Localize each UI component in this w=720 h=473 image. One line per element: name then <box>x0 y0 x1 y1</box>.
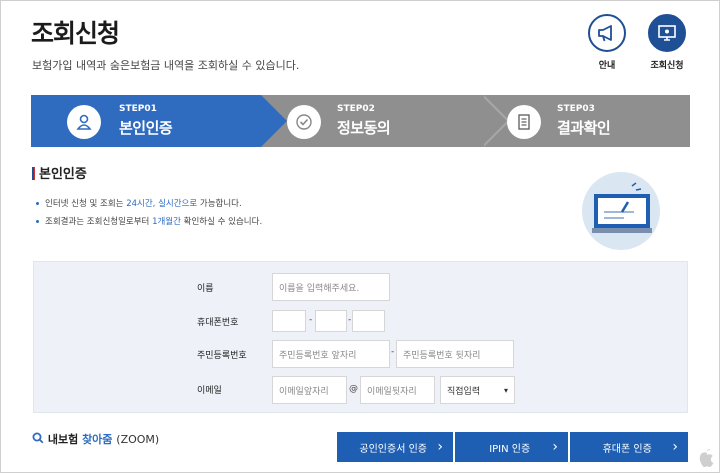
page-title: 조회신청 <box>31 19 120 48</box>
name-input[interactable]: 이름을 입력해주세요. <box>272 273 390 301</box>
apple-logo-icon <box>697 447 717 469</box>
computer-illustration <box>582 172 660 250</box>
guide-label: 안내 <box>598 61 616 71</box>
phone-input-1[interactable] <box>272 310 306 332</box>
chevron-right-icon: › <box>672 439 678 455</box>
ipin-auth-label: IPIN 인증 <box>489 443 531 455</box>
person-icon <box>67 105 101 139</box>
section-title-text: 본인인증 <box>39 167 87 182</box>
step-divider-inner <box>481 95 507 147</box>
zoom-text-c: (ZOOM) <box>116 433 160 446</box>
name-label: 이름 <box>197 284 214 294</box>
zoom-text-b: 찾아줌 <box>82 433 113 446</box>
phone-input-2[interactable] <box>315 310 347 332</box>
zoom-text-a: 내보험 <box>47 433 79 446</box>
email-at-sign: @ <box>349 384 358 394</box>
chevron-down-icon: ▾ <box>503 385 508 395</box>
email-back-input[interactable]: 이메일뒷자리 <box>360 376 435 404</box>
notice-item: 인터넷 신청 및 조회는 24시간, 실시간으로 가능합니다. <box>36 195 262 213</box>
inquiry-button[interactable]: 조회신청 <box>645 14 689 71</box>
step-1-arrow <box>261 95 287 147</box>
chevron-right-icon: › <box>437 439 443 455</box>
step-1-name: 본인인증 <box>119 119 173 137</box>
phone-separator: - <box>309 315 313 325</box>
phone-auth-button[interactable]: 휴대폰 인증 › <box>570 432 688 462</box>
chevron-right-icon: › <box>552 439 558 455</box>
step-2-name: 정보동의 <box>337 119 391 137</box>
phone-input-3[interactable] <box>352 310 385 332</box>
email-domain-value: 직접입력 <box>447 386 481 397</box>
notice-item: 조회결과는 조회신청일로부터 1개월간 확인하실 수 있습니다. <box>36 213 262 231</box>
step-3-name: 결과확인 <box>557 119 611 137</box>
phone-label: 휴대폰번호 <box>197 318 239 328</box>
search-icon <box>32 432 44 444</box>
rrn-label: 주민등록번호 <box>197 351 247 361</box>
page-subtitle: 보험가입 내역과 숨은보험금 내역을 조회하실 수 있습니다. <box>32 59 300 72</box>
step-3-number: STEP03 <box>557 104 595 114</box>
inquiry-label: 조회신청 <box>650 61 684 71</box>
check-icon <box>287 105 321 139</box>
phone-separator: - <box>348 315 352 325</box>
step-2-number: STEP02 <box>337 104 375 114</box>
zoom-link[interactable]: 내보험 찾아줌 (ZOOM) <box>32 431 159 447</box>
email-domain-select[interactable]: 직접입력 ▾ <box>440 376 515 404</box>
notice-list: 인터넷 신청 및 조회는 24시간, 실시간으로 가능합니다. 조회결과는 조회… <box>36 195 262 231</box>
document-icon <box>507 105 541 139</box>
rrn-back-input[interactable]: 주민등록번호 뒷자리 <box>396 340 514 368</box>
phone-auth-label: 휴대폰 인증 <box>602 443 652 455</box>
section-title: 본인인증 <box>32 163 87 182</box>
email-label: 이메일 <box>197 386 222 396</box>
ipin-auth-button[interactable]: IPIN 인증 › <box>455 432 568 462</box>
step-progress: STEP01 본인인증 STEP02 정보동의 STEP03 결과확인 <box>31 95 690 147</box>
monitor-icon <box>648 14 686 52</box>
rrn-separator: - <box>391 347 395 357</box>
cert-auth-label: 공인인증서 인증 <box>359 443 427 455</box>
email-front-input[interactable]: 이메일앞자리 <box>272 376 347 404</box>
megaphone-icon <box>588 14 626 52</box>
step-1-number: STEP01 <box>119 104 157 114</box>
rrn-front-input[interactable]: 주민등록번호 앞자리 <box>272 340 390 368</box>
cert-auth-button[interactable]: 공인인증서 인증 › <box>337 432 453 462</box>
section-marker <box>32 167 35 180</box>
guide-button[interactable]: 안내 <box>585 14 629 71</box>
